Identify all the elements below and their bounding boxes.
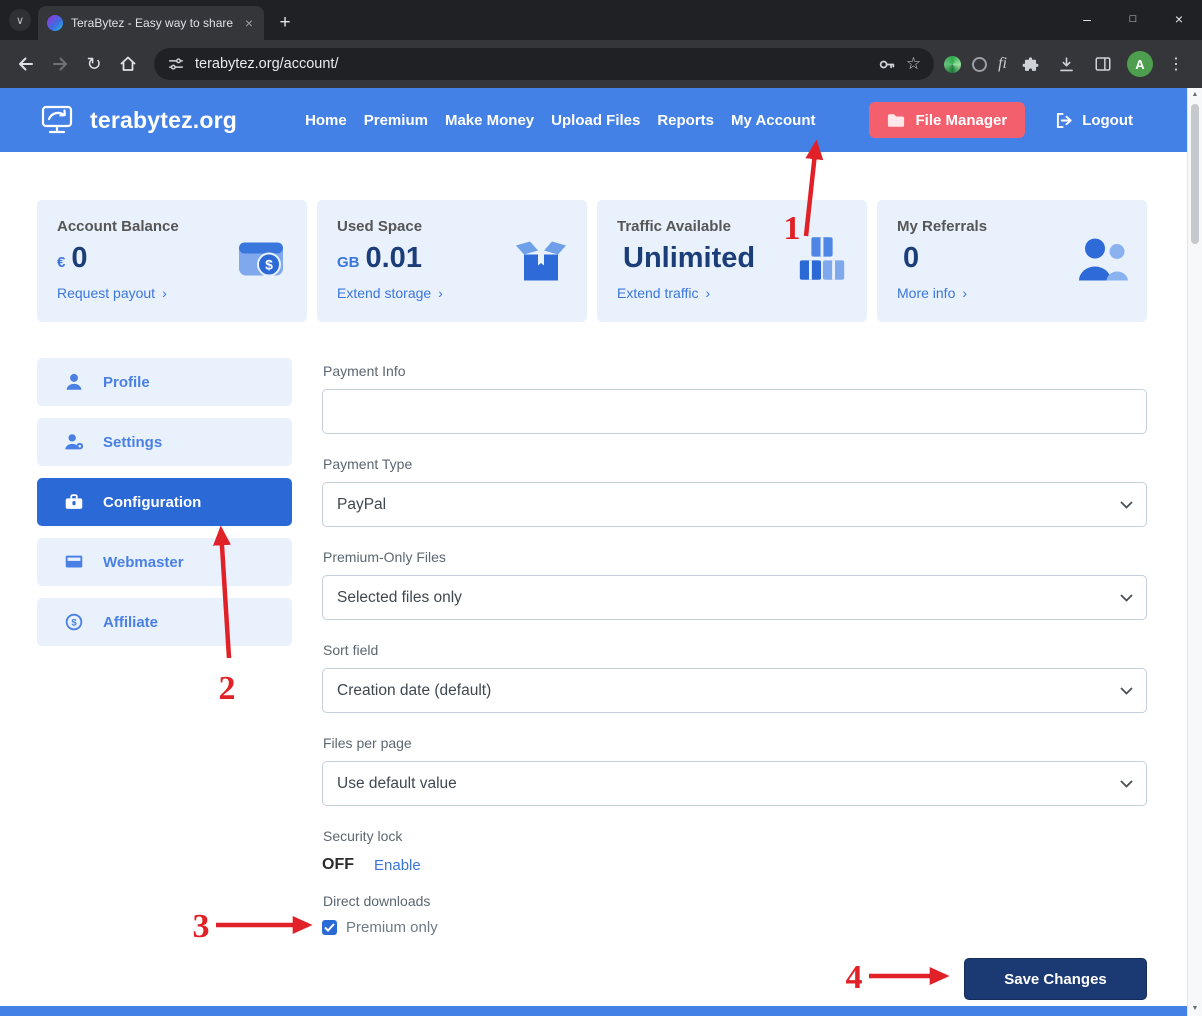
payment-info-label: Payment Info (323, 362, 1147, 381)
nav-my-account[interactable]: My Account (731, 112, 815, 129)
logout-button[interactable]: Logout (1055, 112, 1133, 129)
tab-title: TeraBytez - Easy way to share y (71, 16, 235, 30)
nav-home[interactable]: Home (305, 112, 347, 129)
site-favicon (47, 15, 63, 31)
card-account-balance: Account Balance € 0 Request payout› $ (37, 200, 307, 322)
logout-icon (1055, 112, 1074, 129)
stats-cards: Account Balance € 0 Request payout› $ Us… (37, 200, 1147, 322)
nav-premium[interactable]: Premium (364, 112, 428, 129)
sort-field-select[interactable]: Creation date (default) (322, 668, 1147, 713)
save-changes-button[interactable]: Save Changes (964, 958, 1147, 1000)
home-icon[interactable] (112, 48, 144, 80)
files-per-page-select[interactable]: Use default value (322, 761, 1147, 806)
main-nav: Home Premium Make Money Upload Files Rep… (305, 112, 815, 129)
premium-only-checkbox[interactable] (322, 920, 337, 935)
back-icon[interactable] (10, 48, 42, 80)
address-bar[interactable]: terabytez.org/account/ ☆ (154, 48, 934, 80)
payment-info-input[interactable] (322, 389, 1147, 434)
new-tab-button[interactable]: + (271, 9, 299, 37)
extension-circle-icon[interactable] (972, 57, 987, 72)
extensions-puzzle-icon[interactable] (1018, 48, 1042, 80)
bookmark-star-icon[interactable]: ☆ (906, 54, 921, 74)
chevron-down-icon (1120, 687, 1133, 695)
toolbox-icon (63, 491, 85, 513)
tab-close-icon[interactable]: × (243, 15, 255, 31)
premium-only-files-select[interactable]: Selected files only (322, 575, 1147, 620)
browser-toolbar: ↻ terabytez.org/account/ ☆ fi (0, 40, 1202, 88)
extension-serif-icon[interactable]: fi (998, 55, 1007, 73)
dollar-coin-icon: $ (63, 611, 85, 633)
url-text: terabytez.org/account/ (195, 56, 338, 72)
profile-avatar[interactable]: A (1127, 51, 1153, 77)
chevron-down-icon (1120, 780, 1133, 788)
scrollbar-thumb[interactable] (1191, 104, 1199, 244)
sort-field-label: Sort field (323, 641, 1147, 660)
file-manager-button[interactable]: File Manager (869, 102, 1025, 138)
tab-search-icon[interactable]: ∨ (9, 9, 31, 31)
account-sidebar: Profile Settings Configuration Webmaster… (37, 358, 292, 658)
forward-icon[interactable] (44, 48, 76, 80)
stacked-boxes-icon (795, 232, 849, 291)
sidebar-item-configuration[interactable]: Configuration (37, 478, 292, 526)
page-content: terabytez.org Home Premium Make Money Up… (0, 88, 1187, 1016)
window-controls: – □ × (1064, 0, 1202, 40)
sidebar-item-webmaster[interactable]: Webmaster (37, 538, 292, 586)
security-lock-label: Security lock (323, 827, 1147, 846)
scroll-up-icon[interactable]: ▲ (1188, 89, 1202, 101)
window-minimize-button[interactable]: – (1064, 0, 1110, 38)
sidebar-item-settings[interactable]: Settings (37, 418, 292, 466)
extension-globe-icon[interactable] (944, 56, 961, 73)
sidebar-item-affiliate[interactable]: $ Affiliate (37, 598, 292, 646)
footer-strip (0, 1006, 1187, 1016)
browser-menu-icon[interactable]: ⋮ (1164, 54, 1188, 74)
toolbar-right-cluster: fi A ⋮ (944, 48, 1192, 80)
scroll-down-icon[interactable]: ▼ (1188, 1003, 1202, 1015)
page-scrollbar[interactable]: ▲ ▼ (1187, 88, 1202, 1016)
chevron-down-icon (1120, 501, 1133, 509)
open-box-icon (513, 233, 569, 290)
logo-monitor-icon (40, 104, 80, 136)
check-icon (324, 923, 335, 932)
browser-chrome: ∨ TeraBytez - Easy way to share y × + – … (0, 0, 1202, 88)
cash-box-icon: $ (233, 231, 289, 292)
svg-text:$: $ (265, 257, 273, 273)
nav-reports[interactable]: Reports (657, 112, 714, 129)
nav-upload-files[interactable]: Upload Files (551, 112, 640, 129)
site-header: terabytez.org Home Premium Make Money Up… (0, 88, 1187, 152)
nav-make-money[interactable]: Make Money (445, 112, 534, 129)
site-logo[interactable]: terabytez.org (40, 104, 237, 136)
browser-tab[interactable]: TeraBytez - Easy way to share y × (38, 6, 264, 40)
side-panel-icon[interactable] (1090, 48, 1116, 80)
security-lock-enable-link[interactable]: Enable (374, 857, 421, 874)
payment-type-label: Payment Type (323, 455, 1147, 474)
files-per-page-label: Files per page (323, 734, 1147, 753)
payment-type-select[interactable]: PayPal (322, 482, 1147, 527)
password-key-icon[interactable] (877, 55, 896, 74)
configuration-form: Payment Info Payment Type PayPal Premium… (322, 362, 1147, 1000)
svg-text:$: $ (71, 618, 77, 629)
site-settings-icon[interactable] (167, 55, 185, 73)
users-icon (1073, 233, 1129, 290)
reload-icon[interactable]: ↻ (78, 48, 110, 80)
direct-downloads-label: Direct downloads (323, 892, 1147, 911)
logo-text: terabytez.org (90, 107, 237, 134)
downloads-icon[interactable] (1053, 48, 1079, 80)
chevron-down-icon (1120, 594, 1133, 602)
security-lock-status: OFF (322, 856, 354, 874)
premium-only-checkbox-label: Premium only (346, 919, 438, 936)
window-maximize-button[interactable]: □ (1110, 0, 1156, 38)
card-my-referrals: My Referrals 0 More info› (877, 200, 1147, 322)
window-close-button[interactable]: × (1156, 0, 1202, 38)
user-gear-icon (63, 431, 85, 453)
billboard-icon (63, 551, 85, 573)
card-traffic-available: Traffic Available Unlimited Extend traff… (597, 200, 867, 322)
tab-strip: ∨ TeraBytez - Easy way to share y × + – … (0, 0, 1202, 40)
premium-only-files-label: Premium-Only Files (323, 548, 1147, 567)
sidebar-item-profile[interactable]: Profile (37, 358, 292, 406)
folder-icon (887, 113, 905, 128)
user-icon (63, 371, 85, 393)
card-used-space: Used Space GB 0.01 Extend storage› (317, 200, 587, 322)
